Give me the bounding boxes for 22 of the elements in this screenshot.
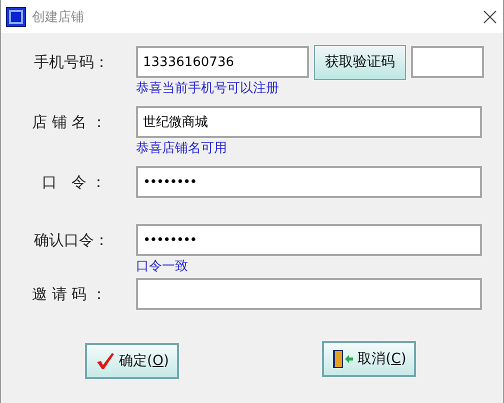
code-field[interactable] [411, 46, 484, 78]
ok-button[interactable]: 确定(O) [85, 343, 179, 379]
status-message: 恭喜店铺名可用 [136, 140, 228, 158]
password-field[interactable]: •••••••• [136, 166, 482, 198]
app-icon [6, 6, 26, 26]
cancel-button[interactable]: 取消(C) [322, 341, 416, 377]
text-field[interactable]: 世纪微商城 [136, 106, 482, 138]
field-label: 确认口令： [33, 230, 110, 250]
field-label: 邀 请 码 ： [31, 284, 108, 304]
status-message: 恭喜当前手机号可以注册 [136, 80, 280, 98]
field-label: 店 铺 名 ： [31, 112, 108, 132]
close-icon[interactable] [483, 10, 497, 24]
password-field[interactable]: •••••••• [136, 224, 482, 256]
status-message: 口令一致 [136, 258, 189, 276]
field-label: 口 令 ： [41, 172, 108, 192]
door-exit-icon [332, 349, 354, 369]
check-icon [95, 352, 116, 370]
field-label: 手机号码： [33, 52, 110, 72]
get-code-button[interactable]: 获取验证码 [314, 44, 406, 80]
text-field[interactable] [136, 278, 482, 310]
window-title: 创建店铺 [32, 8, 85, 26]
phone-field[interactable]: 13336160736 [136, 46, 309, 78]
